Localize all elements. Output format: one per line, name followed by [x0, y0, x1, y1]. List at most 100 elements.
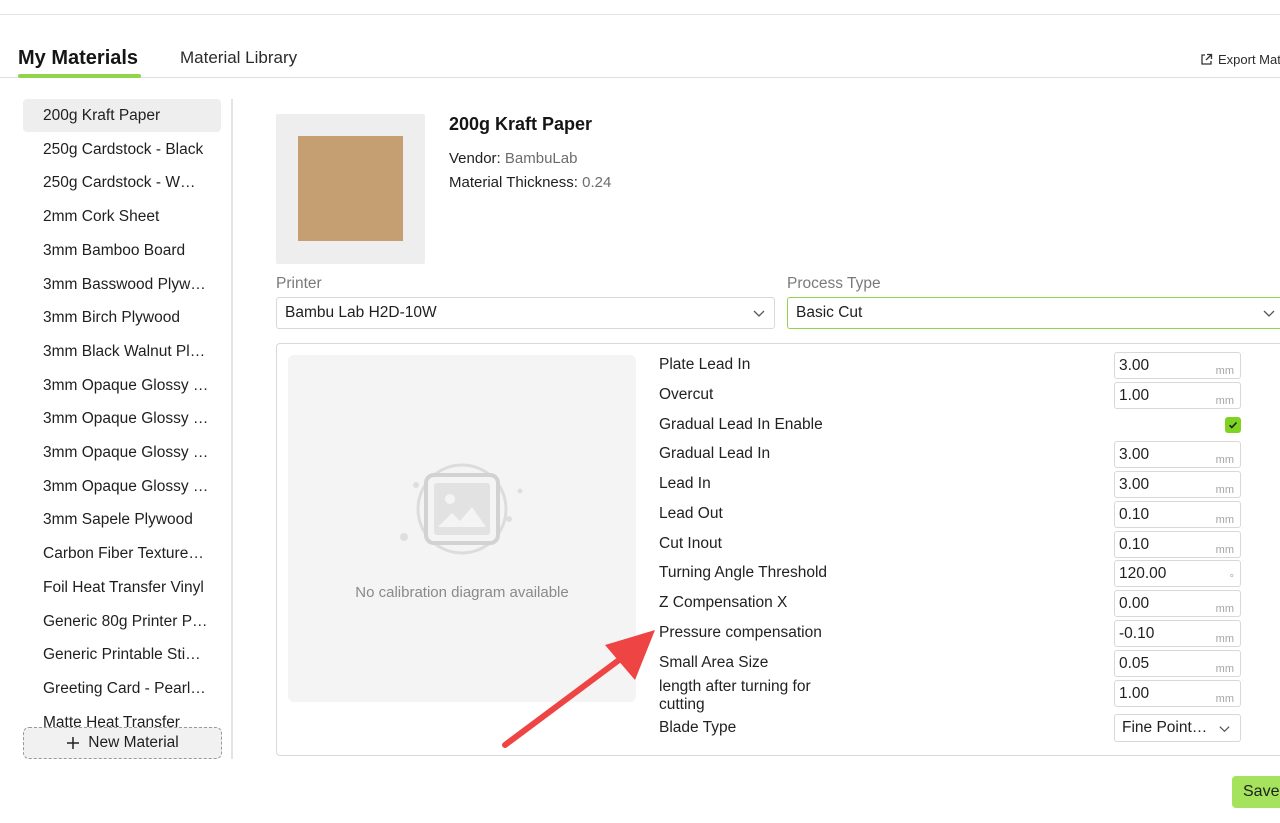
- param-label: Gradual Lead In: [659, 445, 771, 462]
- param-unit: mm: [1215, 663, 1234, 675]
- param-value: 120.00: [1119, 565, 1167, 582]
- chevron-down-icon: [1219, 726, 1230, 733]
- material-item[interactable]: 3mm Opaque Glossy …: [23, 402, 221, 435]
- param-label: Cut Inout: [659, 535, 722, 552]
- material-item[interactable]: 2mm Cork Sheet: [23, 200, 221, 233]
- param-label: Lead Out: [659, 505, 723, 522]
- new-material-label: New Material: [88, 734, 179, 751]
- printer-select[interactable]: Bambu Lab H2D-10W: [276, 297, 775, 329]
- export-label: Export Mat: [1218, 52, 1280, 67]
- material-item[interactable]: 3mm Opaque Glossy …: [23, 470, 221, 503]
- materials-list[interactable]: 200g Kraft Paper 250g Cardstock - Black …: [23, 99, 223, 731]
- material-item[interactable]: Greeting Card - Pearl…: [23, 672, 221, 705]
- length-after-turning-input[interactable]: 1.00 mm: [1114, 680, 1241, 707]
- image-placeholder-icon: [400, 463, 523, 555]
- process-type-label: Process Type: [787, 275, 881, 292]
- save-button[interactable]: Save: [1232, 776, 1280, 808]
- lead-out-input[interactable]: 0.10 mm: [1114, 501, 1241, 528]
- param-value: -0.10: [1119, 625, 1155, 642]
- plus-icon: [67, 737, 80, 749]
- blade-type-value: Fine Point…: [1122, 719, 1208, 736]
- param-unit: mm: [1215, 454, 1234, 466]
- blade-type-select[interactable]: Fine Point…: [1114, 714, 1241, 742]
- material-item[interactable]: 3mm Opaque Glossy …: [23, 436, 221, 469]
- chevron-down-icon: [753, 310, 765, 317]
- material-item[interactable]: 250g Cardstock - Black: [23, 133, 221, 166]
- material-title: 200g Kraft Paper: [449, 114, 593, 134]
- export-button[interactable]: Export Mat: [1200, 52, 1280, 67]
- param-unit: mm: [1215, 603, 1234, 615]
- vendor-value: BambuLab: [504, 150, 578, 167]
- param-value: 0.10: [1119, 506, 1150, 523]
- material-thumbnail: [276, 114, 425, 264]
- param-value: 3.00: [1119, 357, 1150, 374]
- vendor-label: Vendor:: [449, 150, 501, 167]
- param-value: 3.00: [1119, 476, 1150, 493]
- param-value: 0.05: [1119, 655, 1150, 672]
- checkmark-icon: [1228, 421, 1238, 429]
- blade-type-label: Blade Type: [659, 719, 737, 736]
- material-item[interactable]: 200g Kraft Paper: [23, 99, 221, 132]
- thickness-label: Material Thickness:: [449, 174, 578, 191]
- gradual-lead-in-enable-checkbox[interactable]: [1225, 417, 1241, 433]
- printer-label: Printer: [276, 275, 322, 292]
- sidebar-divider: [231, 99, 233, 759]
- lead-in-input[interactable]: 3.00 mm: [1114, 471, 1241, 498]
- material-swatch: [298, 136, 403, 241]
- printer-value: Bambu Lab H2D-10W: [285, 304, 437, 321]
- param-label: Lead In: [659, 475, 711, 492]
- z-compensation-x-input[interactable]: 0.00 mm: [1114, 590, 1241, 617]
- tab-my-materials[interactable]: My Materials: [18, 47, 138, 70]
- turning-angle-threshold-input[interactable]: 120.00 °: [1114, 560, 1241, 587]
- pressure-compensation-input[interactable]: -0.10 mm: [1114, 620, 1241, 647]
- annotation-arrow: [502, 630, 655, 748]
- param-unit: °: [1229, 573, 1234, 585]
- param-label: Small Area Size: [659, 654, 769, 671]
- param-label: Pressure compensation: [659, 624, 822, 641]
- material-item[interactable]: 3mm Opaque Glossy …: [23, 369, 221, 402]
- param-label: Z Compensation X: [659, 594, 788, 611]
- plate-lead-in-input[interactable]: 3.00 mm: [1114, 352, 1241, 379]
- process-type-value: Basic Cut: [796, 304, 863, 321]
- material-item[interactable]: Generic 80g Printer P…: [23, 605, 221, 638]
- param-label: Gradual Lead In Enable: [659, 416, 823, 433]
- param-label: Turning Angle Threshold: [659, 564, 828, 581]
- param-value: 0.00: [1119, 595, 1150, 612]
- material-item[interactable]: 3mm Bamboo Board: [23, 234, 221, 267]
- new-material-button[interactable]: New Material: [23, 727, 222, 759]
- material-item[interactable]: Carbon Fiber Texture…: [23, 537, 221, 570]
- param-unit: mm: [1215, 514, 1234, 526]
- material-item[interactable]: Foil Heat Transfer Vinyl: [23, 571, 221, 604]
- chevron-down-icon: [1263, 310, 1275, 317]
- param-value: 3.00: [1119, 446, 1150, 463]
- material-item[interactable]: 3mm Sapele Plywood: [23, 503, 221, 536]
- material-item[interactable]: 3mm Basswood Plyw…: [23, 268, 221, 301]
- gradual-lead-in-input[interactable]: 3.00 mm: [1114, 441, 1241, 468]
- material-item[interactable]: 250g Cardstock - W…: [23, 166, 221, 199]
- thickness-row: Material Thickness: 0.24: [449, 174, 611, 191]
- external-link-icon: [1201, 53, 1213, 65]
- param-unit: mm: [1215, 633, 1234, 645]
- process-type-select[interactable]: Basic Cut: [787, 297, 1280, 329]
- param-label: length after turning for cutting: [659, 678, 811, 713]
- param-unit: mm: [1215, 365, 1234, 377]
- cut-inout-input[interactable]: 0.10 mm: [1114, 531, 1241, 558]
- overcut-input[interactable]: 1.00 mm: [1114, 382, 1241, 409]
- param-unit: mm: [1215, 693, 1234, 705]
- param-label: Overcut: [659, 386, 714, 403]
- param-value: 1.00: [1119, 685, 1150, 702]
- material-item[interactable]: Generic Printable Sti…: [23, 638, 221, 671]
- no-diagram-message: No calibration diagram available: [355, 584, 569, 601]
- thickness-value: 0.24: [582, 174, 612, 191]
- tab-material-library[interactable]: Material Library: [180, 48, 297, 68]
- small-area-size-input[interactable]: 0.05 mm: [1114, 650, 1241, 677]
- material-item[interactable]: 3mm Birch Plywood: [23, 301, 221, 334]
- param-value: 1.00: [1119, 387, 1150, 404]
- vendor-row: Vendor: BambuLab: [449, 150, 577, 167]
- param-unit: mm: [1215, 484, 1234, 496]
- material-item[interactable]: 3mm Black Walnut Pl…: [23, 335, 221, 368]
- top-divider: [0, 14, 1280, 15]
- active-tab-indicator: [18, 74, 141, 78]
- tab-bar: My Materials Material Library Export Mat: [0, 40, 1280, 78]
- param-unit: mm: [1215, 395, 1234, 407]
